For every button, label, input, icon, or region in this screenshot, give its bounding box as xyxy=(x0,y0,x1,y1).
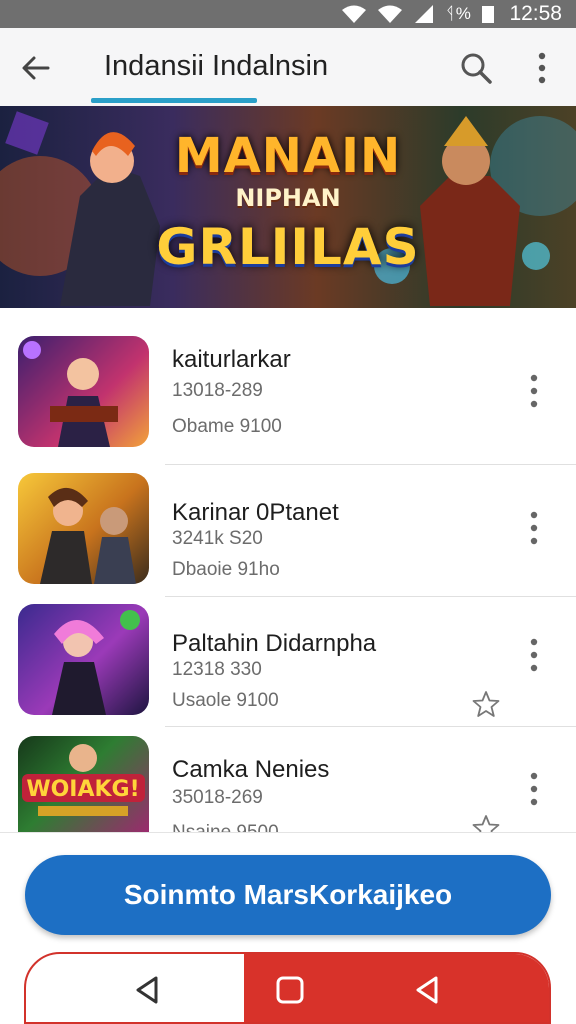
star-outline-icon xyxy=(472,815,500,832)
nav-back-button[interactable] xyxy=(132,974,164,1006)
favorite-star-button[interactable] xyxy=(472,814,500,832)
item-title: Karinar 0Ptanet xyxy=(172,499,339,526)
item-more-button[interactable] xyxy=(522,372,546,412)
item-title: Camka Nenies xyxy=(172,756,330,783)
wifi-icon xyxy=(341,4,367,24)
battery-icon xyxy=(481,4,495,24)
app-thumbnail xyxy=(18,336,149,447)
banner-title-line3: GRLIILAS xyxy=(156,218,420,276)
promo-banner[interactable]: MANAIN NIPHAN GRLIILAS xyxy=(0,106,576,308)
search-icon xyxy=(461,53,492,84)
square-home-icon xyxy=(276,976,304,1004)
list-divider xyxy=(165,596,576,597)
search-button[interactable] xyxy=(458,50,494,86)
more-vertical-icon xyxy=(530,511,538,545)
item-meta: Dbaoie 91ho xyxy=(172,559,280,580)
item-meta: Obame 9100 xyxy=(172,416,282,437)
page-title: Indansii Indalnsin xyxy=(104,50,329,82)
app-bar: Indansii Indalnsin xyxy=(0,28,576,106)
nav-recents-button[interactable] xyxy=(412,974,444,1006)
app-thumbnail: WOIAKG! xyxy=(18,736,149,832)
banner-title-line2: NIPHAN xyxy=(235,184,341,212)
more-vertical-icon xyxy=(530,638,538,672)
triangle-back-icon xyxy=(416,976,438,1004)
bottom-divider xyxy=(0,832,576,833)
banner-title-line1: MANAIN xyxy=(174,128,402,184)
signal-icon xyxy=(413,4,435,24)
more-vertical-icon xyxy=(538,52,546,84)
triangle-back-icon xyxy=(136,976,158,1004)
wifi-icon-secondary xyxy=(377,4,403,24)
back-button[interactable] xyxy=(20,52,52,84)
star-outline-icon xyxy=(472,691,500,717)
favorite-star-button[interactable] xyxy=(472,690,500,718)
list-item[interactable]: kaiturlarkar 13018-289 Obame 9100 xyxy=(0,336,576,468)
more-vertical-icon xyxy=(530,374,538,408)
list-divider xyxy=(165,726,576,727)
arrow-left-icon xyxy=(22,56,50,80)
list-item[interactable]: WOIAKG! Camka Nenies 35018-269 Nsaine 95… xyxy=(0,736,576,832)
item-meta: Usaole 9100 xyxy=(172,690,279,711)
app-thumbnail xyxy=(18,473,149,584)
item-meta: Nsaine 9500 xyxy=(172,822,279,832)
app-thumbnail xyxy=(18,604,149,715)
list-item[interactable]: Karinar 0Ptanet 3241k S20 Dbaoie 91ho xyxy=(0,473,576,605)
clock: 12:58 xyxy=(509,2,562,25)
item-more-button[interactable] xyxy=(522,509,546,549)
item-title: kaiturlarkar xyxy=(172,346,291,373)
item-more-button[interactable] xyxy=(522,770,546,810)
item-title: Paltahin Didarnpha xyxy=(172,630,377,657)
app-list: kaiturlarkar 13018-289 Obame 9100 Karina… xyxy=(0,308,576,832)
item-subtitle: 13018-289 xyxy=(172,380,263,401)
item-subtitle: 12318 330 xyxy=(172,659,262,680)
nav-home-button[interactable] xyxy=(274,974,306,1006)
item-more-button[interactable] xyxy=(522,636,546,676)
navigation-bar xyxy=(24,952,551,1024)
item-subtitle: 35018-269 xyxy=(172,787,263,808)
tab-indicator xyxy=(91,98,257,103)
overflow-menu-button[interactable] xyxy=(528,50,556,86)
list-item[interactable]: Paltahin Didarnpha 12318 330 Usaole 9100 xyxy=(0,604,576,736)
primary-action-button[interactable]: Soinmto MarsKorkaijkeo xyxy=(25,855,551,935)
more-vertical-icon xyxy=(530,772,538,806)
list-divider xyxy=(165,464,576,465)
svg-text:WOIAKG!: WOIAKG! xyxy=(26,777,139,802)
status-bar: ᛩ% 12:58 xyxy=(0,0,576,28)
battery-percent: ᛩ% xyxy=(445,4,472,23)
item-subtitle: 3241k S20 xyxy=(172,528,263,549)
